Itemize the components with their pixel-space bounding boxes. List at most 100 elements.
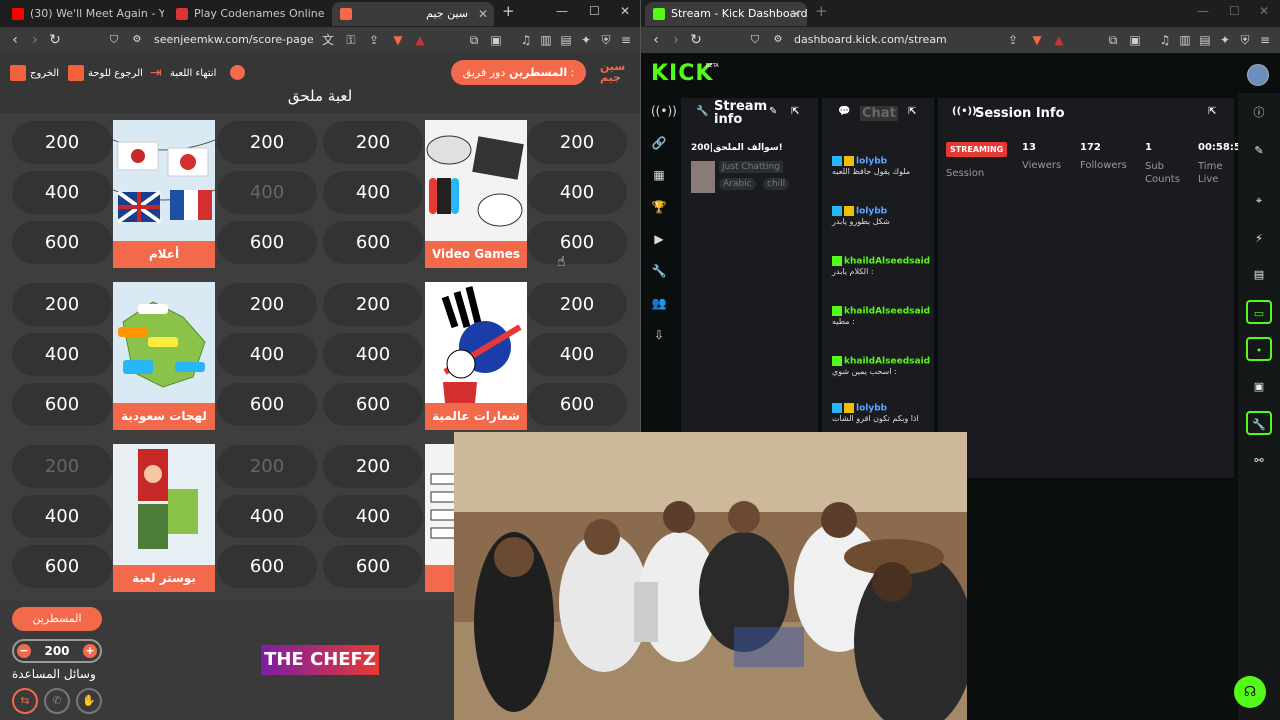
media-icon[interactable]: ♫: [1157, 32, 1173, 48]
extensions-icon[interactable]: ⧉: [466, 32, 482, 48]
tile-logos-right-400[interactable]: 400: [527, 333, 627, 376]
minimize-button[interactable]: —: [1197, 4, 1209, 18]
forward-icon[interactable]: ›: [667, 31, 685, 49]
url-field[interactable]: dashboard.kick.com/stream: [794, 33, 947, 46]
minimize-button[interactable]: —: [556, 4, 568, 18]
end-game-button[interactable]: ⇥ انتهاء اللعبة: [150, 65, 216, 81]
brave-rewards-icon[interactable]: ▲: [412, 32, 428, 48]
tile-flags-left-400[interactable]: 400: [12, 171, 112, 214]
stream-icon[interactable]: ((•)): [651, 103, 677, 119]
video-icon[interactable]: ▶: [651, 231, 667, 247]
tile-flags-left-200[interactable]: 200: [12, 121, 112, 164]
tile-dialects-left-200[interactable]: 200: [12, 283, 112, 326]
screenshot-icon[interactable]: ▣: [1127, 32, 1143, 48]
tile-videogames-right-600[interactable]: 600: [527, 221, 627, 264]
brave-shield-icon[interactable]: ▼: [390, 32, 406, 48]
tile-flags-left-600[interactable]: 600: [12, 221, 112, 264]
close-tab-icon[interactable]: ✕: [791, 2, 801, 26]
analytics-icon[interactable]: ▦: [651, 167, 667, 183]
notes-icon[interactable]: ▤: [1246, 263, 1272, 287]
tile-dialects-left-400[interactable]: 400: [12, 333, 112, 376]
password-icon[interactable]: ⚿: [343, 32, 359, 48]
tab-kick-dashboard[interactable]: Stream - Kick Dashboard ✕: [645, 2, 807, 26]
back-to-board-button[interactable]: الرجوع للوحة: [68, 65, 143, 81]
brave-rewards-icon[interactable]: ▲: [1051, 32, 1067, 48]
tile-dialects-left-600[interactable]: 600: [12, 383, 112, 426]
back-icon[interactable]: ‹: [647, 31, 665, 49]
tile-videogames-left-400[interactable]: 400: [323, 171, 423, 214]
close-window-button[interactable]: ✕: [620, 4, 630, 18]
edit-icon[interactable]: ✎: [769, 106, 777, 117]
pen-icon[interactable]: ✎: [1246, 139, 1272, 163]
tile-posters-right-400[interactable]: 400: [217, 495, 317, 538]
helper-hand-icon[interactable]: ✋: [76, 688, 102, 714]
layout-icon[interactable]: ▣: [1246, 375, 1272, 399]
chat-popout-icon[interactable]: ⇱: [908, 106, 916, 117]
tile-logos-left-400[interactable]: 400: [323, 333, 423, 376]
forward-icon[interactable]: ›: [26, 31, 44, 49]
tab-codenames[interactable]: Play Codenames Online – Free Brow: [168, 2, 328, 26]
bookmark-icon[interactable]: ⛉: [105, 31, 123, 49]
chat-toggle-icon[interactable]: ▭: [1246, 300, 1272, 324]
trophy-icon[interactable]: 🏆: [651, 199, 667, 215]
bookmark-icon[interactable]: ⛉: [746, 31, 764, 49]
new-tab-button[interactable]: +: [502, 2, 515, 20]
tile-dialects-right-600[interactable]: 600: [217, 383, 317, 426]
tile-dialects-right-400[interactable]: 400: [217, 333, 317, 376]
kick-logo[interactable]: KICK: [651, 61, 713, 86]
decrease-score-button[interactable]: −: [17, 644, 31, 658]
tab-seenjeem[interactable]: سين جيم ✕: [332, 2, 494, 26]
session-popout-icon[interactable]: ⇱: [1208, 106, 1216, 117]
tile-flags-right-200[interactable]: 200: [217, 121, 317, 164]
tools-icon[interactable]: 🔧: [651, 263, 667, 279]
close-window-button[interactable]: ✕: [1259, 4, 1269, 18]
connections-icon[interactable]: ⚯: [1246, 449, 1272, 473]
tile-videogames-right-400[interactable]: 400: [527, 171, 627, 214]
settings-icon[interactable]: [230, 65, 245, 80]
reload-icon[interactable]: ↻: [46, 31, 64, 49]
leo-icon[interactable]: ✦: [578, 32, 594, 48]
sidebar-icon[interactable]: ▥: [1177, 32, 1193, 48]
extensions-icon[interactable]: ⧉: [1105, 32, 1121, 48]
popout-icon[interactable]: ⇱: [791, 106, 799, 117]
tile-flags-right-600[interactable]: 600: [217, 221, 317, 264]
wallet-icon[interactable]: ▤: [558, 32, 574, 48]
tile-logos-left-600[interactable]: 600: [323, 383, 423, 426]
helper-call-icon[interactable]: ⇆: [12, 688, 38, 714]
tab-youtube[interactable]: (30) We'll Meet Again - YouTube: [4, 2, 164, 26]
tile-videogames-left-600[interactable]: 600: [323, 221, 423, 264]
menu-icon[interactable]: ≡: [1257, 32, 1273, 48]
tile-videogames-right-200[interactable]: 200: [527, 121, 627, 164]
tile-dialects-right-200[interactable]: 200: [217, 283, 317, 326]
maximize-button[interactable]: ☐: [1229, 4, 1240, 18]
tile-signs-left-200[interactable]: 200: [323, 445, 423, 488]
community-icon[interactable]: 👥: [651, 295, 667, 311]
tile-logos-right-200[interactable]: 200: [527, 283, 627, 326]
brave-shield-icon[interactable]: ▼: [1029, 32, 1045, 48]
vpn-icon[interactable]: ⛨: [598, 32, 614, 48]
share-icon[interactable]: ⇪: [1005, 32, 1021, 48]
tile-signs-left-600[interactable]: 600: [323, 545, 423, 588]
url-field[interactable]: seenjeemkw.com/score-page: [154, 33, 314, 46]
sidebar-icon[interactable]: ▥: [538, 32, 554, 48]
back-icon[interactable]: ‹: [6, 31, 24, 49]
maximize-button[interactable]: ☐: [589, 4, 600, 18]
broadcast-toggle-icon[interactable]: •: [1246, 337, 1272, 361]
user-avatar[interactable]: [1247, 64, 1269, 86]
tile-logos-left-200[interactable]: 200: [323, 283, 423, 326]
tile-logos-right-600[interactable]: 600: [527, 383, 627, 426]
support-chat-button[interactable]: ☊: [1234, 676, 1266, 708]
new-tab-button[interactable]: +: [815, 2, 828, 20]
tile-posters-right-600[interactable]: 600: [217, 545, 317, 588]
tile-posters-left-400[interactable]: 400: [12, 495, 112, 538]
tools-toggle-icon[interactable]: 🔧: [1246, 411, 1272, 435]
tile-signs-left-400[interactable]: 400: [323, 495, 423, 538]
capture-icon[interactable]: ⌖: [1246, 189, 1272, 213]
exit-button[interactable]: الخروج: [10, 65, 59, 81]
flash-icon[interactable]: ⚡: [1246, 227, 1272, 251]
site-info-icon[interactable]: ⚙: [769, 31, 787, 49]
screenshot-icon[interactable]: ▣: [488, 32, 504, 48]
wallet-icon[interactable]: ▤: [1197, 32, 1213, 48]
tile-posters-left-600[interactable]: 600: [12, 545, 112, 588]
link-icon[interactable]: 🔗: [651, 135, 667, 151]
